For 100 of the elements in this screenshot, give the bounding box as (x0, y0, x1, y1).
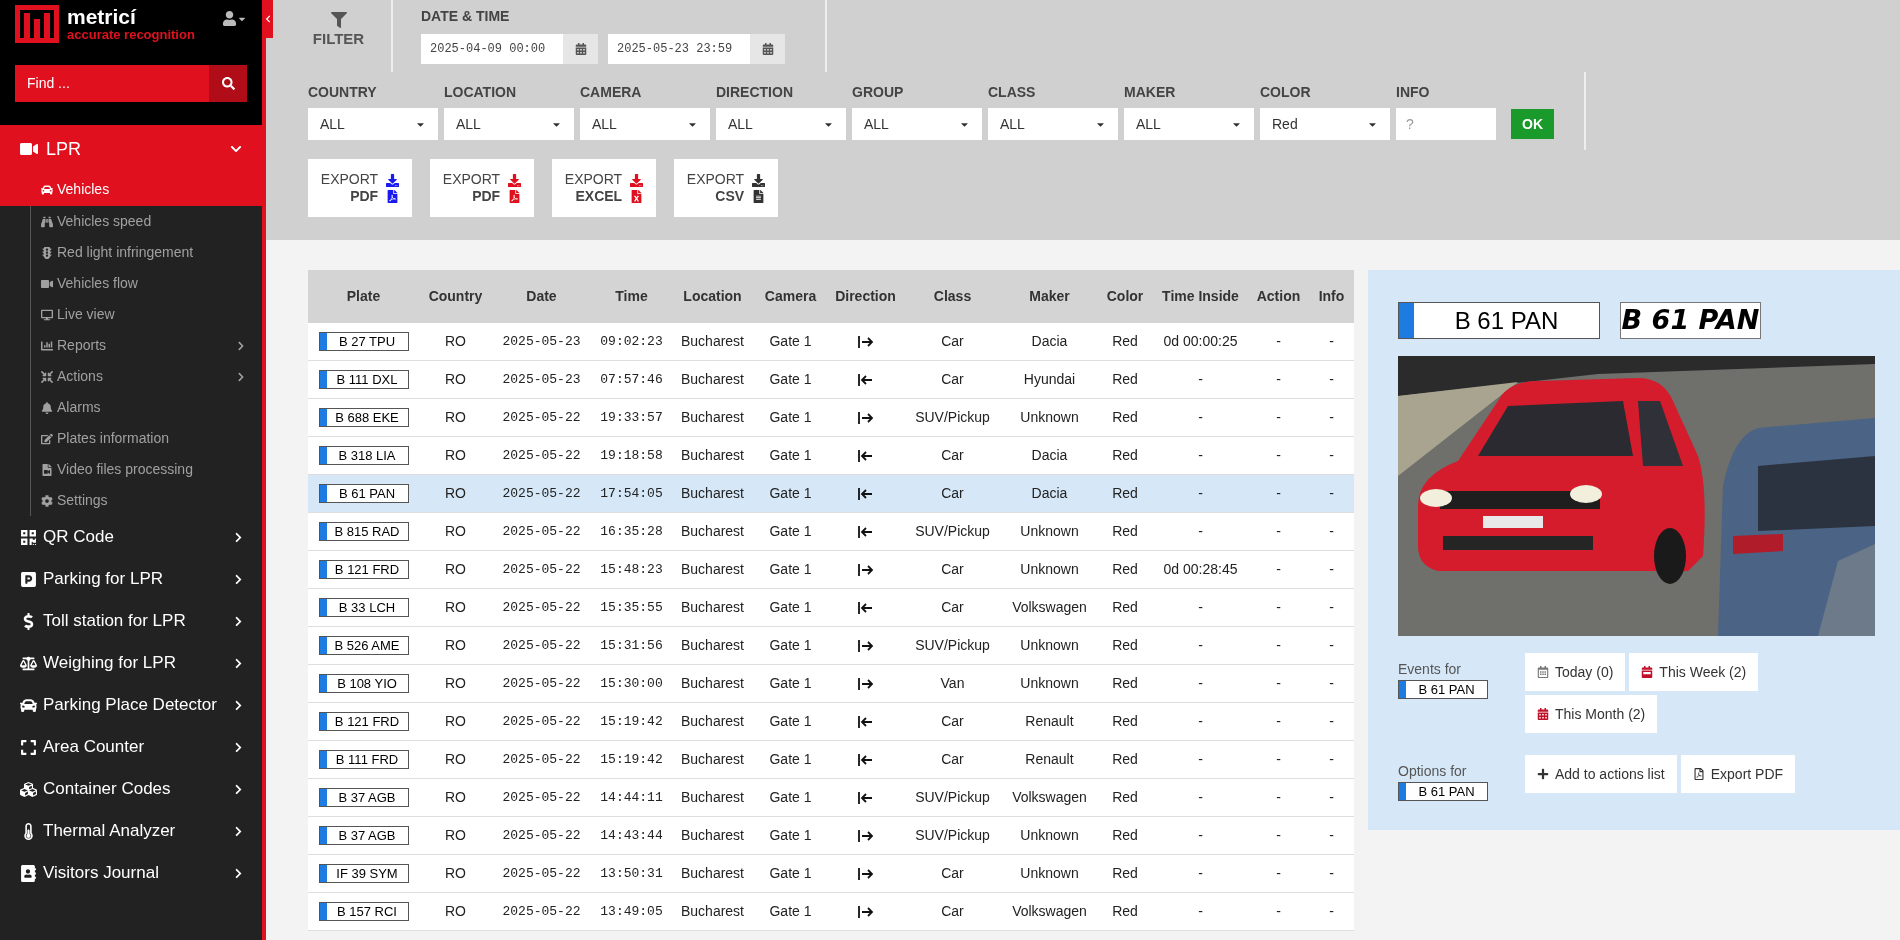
table-cell-text: RO (445, 902, 466, 921)
table-row[interactable]: B 526 AME RO 2025-05-22 15:31:56 Bucharest Gate 1 SUV/Pickup Unknown Red - - - (308, 627, 1354, 665)
submenu-item[interactable]: Plates information (31, 423, 262, 454)
table-cell-text: RO (445, 788, 466, 807)
date-field[interactable]: 2025-05-23 23:59 (608, 34, 785, 64)
table-cell-text: 14:44:11 (600, 788, 663, 807)
table-cell-text: 2025-05-22 (502, 598, 581, 617)
search-field[interactable]: Find ... (15, 65, 209, 102)
table-row[interactable]: B 61 PAN RO 2025-05-22 17:54:05 Bucharest Gate 1 Car Dacia Red - - - (308, 475, 1354, 513)
select-field[interactable]: ALL (444, 108, 574, 140)
table-row[interactable]: B 37 AGB RO 2025-05-22 14:43:44 Bucharest Gate 1 SUV/Pickup Unknown Red - - - (308, 817, 1354, 855)
table-row[interactable]: B 121 FRD RO 2025-05-22 15:19:42 Bucharest Gate 1 Car Renault Red - - - (308, 703, 1354, 741)
video-camera-icon (20, 140, 38, 158)
export-button[interactable]: EXPORT PDF (430, 159, 534, 217)
table-row[interactable]: B 157 RCI RO 2025-05-22 13:49:05 Bucharest Gate 1 Car Volkswagen Red - - - (308, 893, 1354, 931)
export-button[interactable]: EXPORT CSV (674, 159, 778, 217)
menu-item[interactable]: Parking for LPR (0, 558, 262, 600)
submenu-item[interactable]: Vehicles (0, 173, 262, 206)
menu-item[interactable]: Parking Place Detector (0, 684, 262, 726)
user-menu-button[interactable] (222, 11, 247, 26)
table-cell-text: Red (1112, 902, 1138, 921)
table-cell-text: Red (1112, 560, 1138, 579)
table-row[interactable]: B 27 TPU RO 2025-05-23 09:02:23 Bucharest Gate 1 Car Dacia Red 0d 00:00:25 - - (308, 323, 1354, 361)
table-cell-text: Volkswagen (1012, 598, 1087, 617)
submenu-item[interactable]: Red light infringement (31, 237, 262, 268)
submenu-item[interactable]: Alarms (31, 392, 262, 423)
table-cell-text: RO (445, 484, 466, 503)
events-label: Events for (1398, 660, 1463, 679)
table-cell-text: 15:48:23 (600, 560, 663, 579)
menu-item[interactable]: Toll station for LPR (0, 600, 262, 642)
table-cell-text: Unknown (1020, 826, 1079, 845)
menu-item[interactable]: QR Code (0, 516, 262, 558)
select-field[interactable]: ALL (1124, 108, 1254, 140)
ok-button[interactable]: OK (1511, 109, 1554, 139)
submenu-item[interactable]: Reports (31, 330, 262, 361)
arrow-left-to-bar-icon (857, 753, 874, 766)
select-field[interactable]: ALL (308, 108, 438, 140)
menu-item[interactable]: LPR (0, 125, 262, 173)
search-button[interactable] (209, 65, 247, 102)
monitor-icon (41, 308, 53, 321)
select-field[interactable]: ALL (988, 108, 1118, 140)
submenu-item[interactable]: Actions (31, 361, 262, 392)
table-cell-text: Gate 1 (769, 788, 812, 807)
column-header: Color (1105, 287, 1145, 306)
table-row[interactable]: B 111 DXL RO 2025-05-23 07:57:46 Bucharest Gate 1 Car Hyundai Red - - - (308, 361, 1354, 399)
export-button[interactable]: EXPORT EXCEL (552, 159, 656, 217)
info-field[interactable]: ? (1396, 108, 1496, 140)
arrow-right-from-bar-icon (857, 677, 874, 690)
events-button[interactable]: This Month (2) (1525, 695, 1658, 733)
menu-item[interactable]: Visitors Journal (0, 852, 262, 894)
select-field[interactable]: ALL (852, 108, 982, 140)
table-row[interactable]: B 108 YIO RO 2025-05-22 15:30:00 Bucharest Gate 1 Van Unknown Red - - - (308, 665, 1354, 703)
calendar-icon (1537, 666, 1549, 678)
date-field[interactable]: 2025-04-09 00:00 (421, 34, 598, 64)
plus-icon (1537, 768, 1549, 780)
chevron-right-icon (236, 340, 246, 351)
option-button[interactable]: Add to actions list (1525, 755, 1677, 793)
table-row[interactable]: B 111 FRD RO 2025-05-22 15:19:42 Bucharest Gate 1 Car Renault Red - - - (308, 741, 1354, 779)
calendar-icon (1641, 666, 1654, 678)
table-row[interactable]: B 37 AGB RO 2025-05-22 14:44:11 Bucharest Gate 1 SUV/Pickup Volkswagen Red - - - (308, 779, 1354, 817)
chevron-right-icon (236, 371, 246, 382)
events-button[interactable]: This Week (2) (1629, 653, 1759, 691)
plate-label: B 815 RAD (318, 522, 409, 541)
arrow-left-to-bar-icon (857, 373, 874, 386)
submenu-item[interactable]: Vehicles speed (31, 206, 262, 237)
table-row[interactable]: IF 39 SYM RO 2025-05-22 13:50:31 Bucharest Gate 1 Car Unknown Red - - - (308, 855, 1354, 893)
table-row[interactable]: B 815 RAD RO 2025-05-22 16:35:28 Bucharest Gate 1 SUV/Pickup Unknown Red - - - (308, 513, 1354, 551)
submenu-item[interactable]: Settings (31, 485, 262, 516)
expand-icon (20, 738, 37, 756)
plate-label: IF 39 SYM (318, 864, 409, 883)
table-cell-text: - (1276, 712, 1281, 731)
menu-item[interactable]: Thermal Analyzer (0, 810, 262, 852)
table-row[interactable]: B 688 EKE RO 2025-05-22 19:33:57 Bucharest Gate 1 SUV/Pickup Unknown Red - - - (308, 399, 1354, 437)
table-row[interactable]: B 121 FRD RO 2025-05-22 15:48:23 Bucharest Gate 1 Car Unknown Red 0d 00:28:45 - - (308, 551, 1354, 589)
table-cell-text: 2025-05-22 (502, 560, 581, 579)
logo-icon (15, 5, 59, 43)
select-field[interactable]: ALL (716, 108, 846, 140)
field-label: MAKER (1124, 83, 1177, 102)
plate-label: B 108 YIO (318, 674, 409, 693)
table-cell-text: Gate 1 (769, 636, 812, 655)
menu-item[interactable]: Area Counter (0, 726, 262, 768)
submenu-item[interactable]: Live view (31, 299, 262, 330)
menu-item[interactable]: Container Codes (0, 768, 262, 810)
menu-item[interactable]: Weighing for LPR (0, 642, 262, 684)
table-row[interactable]: B 318 LIA RO 2025-05-22 19:18:58 Bucharest Gate 1 Car Dacia Red - - - (308, 437, 1354, 475)
table-cell-text: Red (1112, 598, 1138, 617)
events-button[interactable]: Today (0) (1525, 653, 1626, 691)
table-cell-text: SUV/Pickup (915, 636, 990, 655)
option-button[interactable]: Export PDF (1680, 755, 1796, 793)
submenu-item[interactable]: Vehicles flow (31, 268, 262, 299)
submenu-item[interactable]: Video files processing (31, 454, 262, 485)
arrow-right-from-bar-icon (857, 563, 874, 576)
select-field[interactable]: ALL (580, 108, 710, 140)
table-cell-text: - (1276, 484, 1281, 503)
export-button[interactable]: EXPORT PDF (308, 159, 412, 217)
table-cell-text: Gate 1 (769, 522, 812, 541)
table-row[interactable]: B 33 LCH RO 2025-05-22 15:35:55 Bucharest Gate 1 Car Volkswagen Red - - - (308, 589, 1354, 627)
select-field[interactable]: Red (1260, 108, 1390, 140)
brand-tagline: accurate recognition (67, 26, 195, 42)
table-cell-text: Bucharest (680, 370, 744, 389)
